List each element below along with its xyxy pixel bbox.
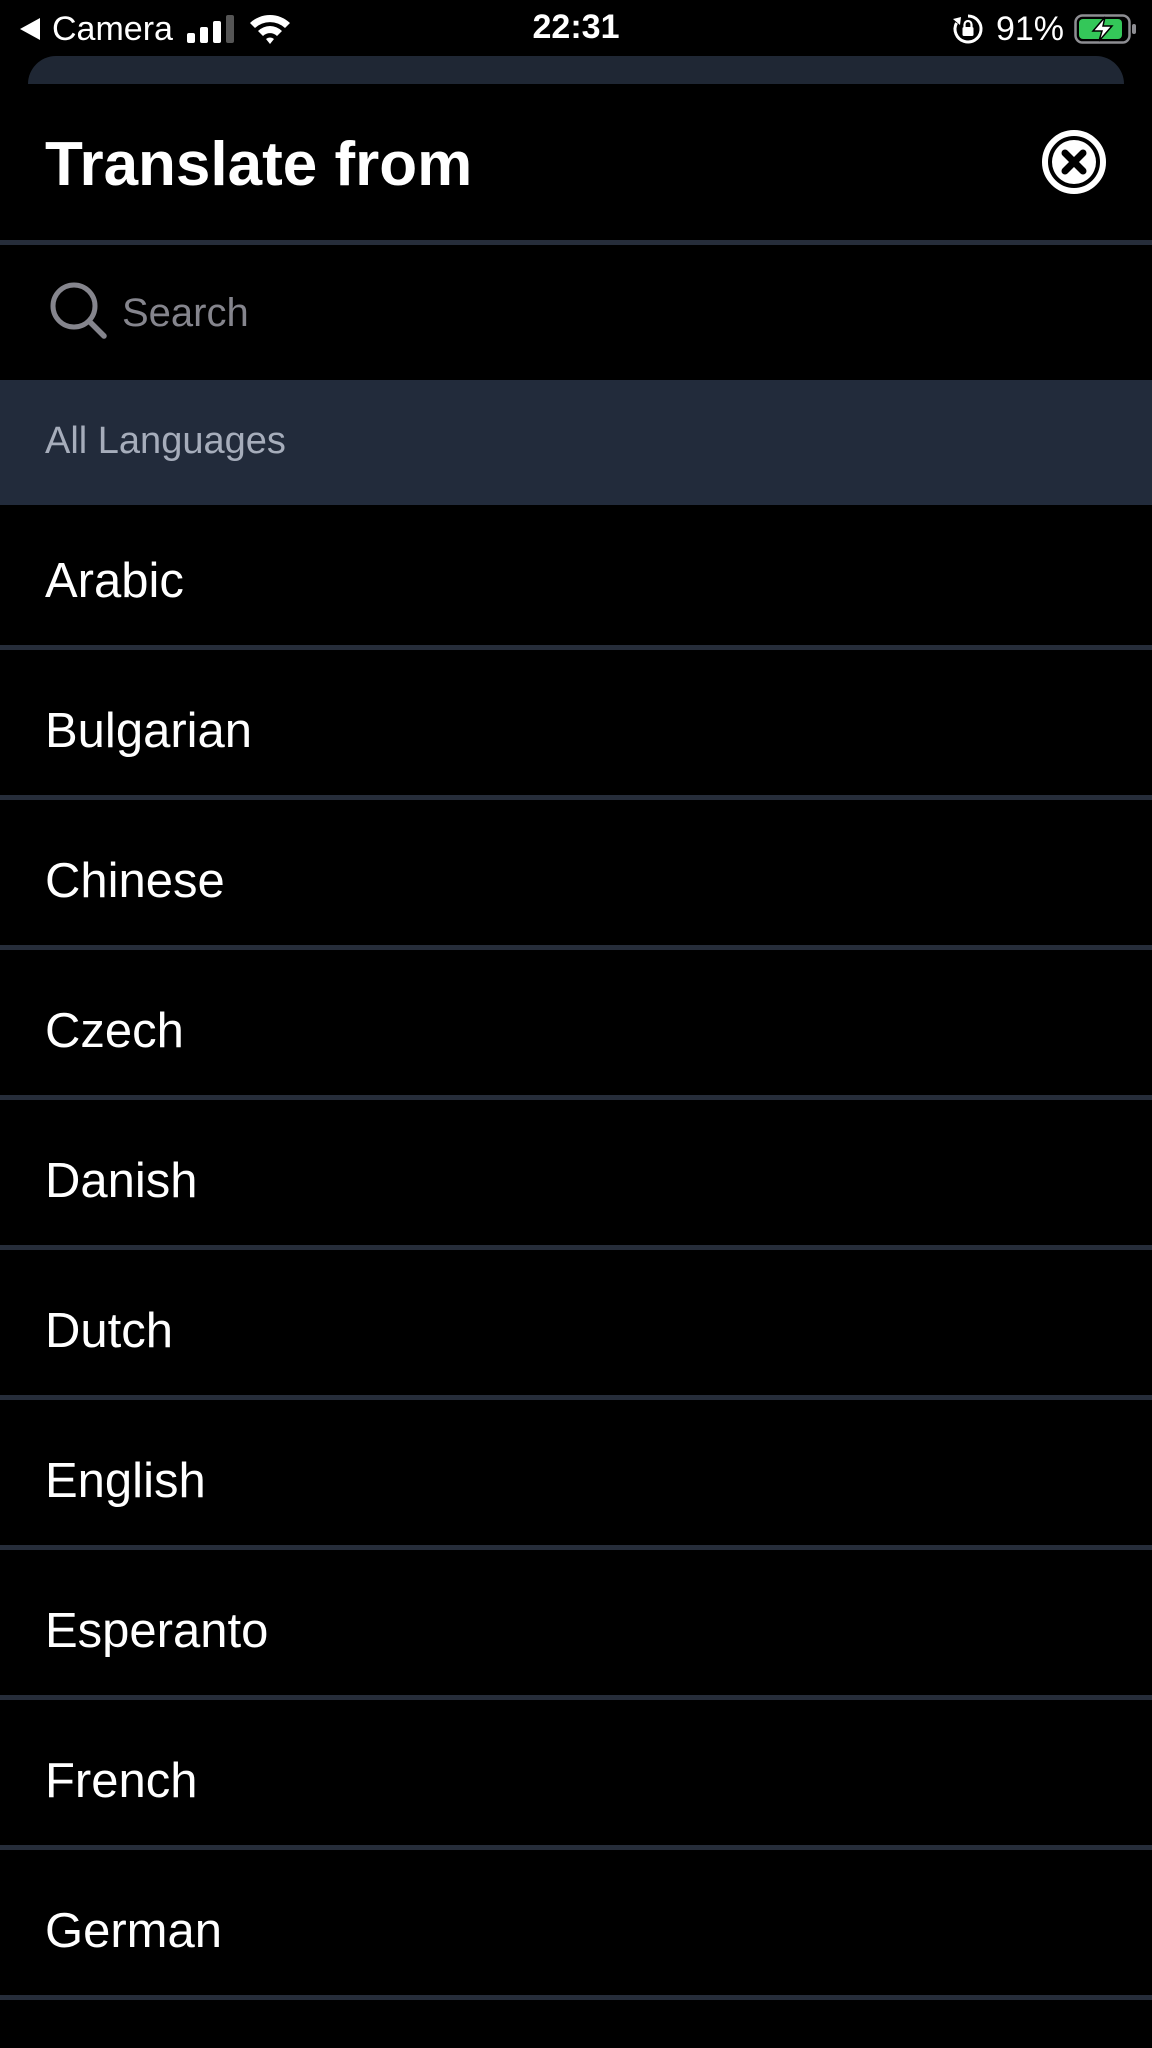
language-item[interactable]: Dutch [0,1255,1152,1400]
search-icon [50,282,107,339]
language-label: English [45,1454,206,1508]
list-divider [0,1245,1152,1250]
language-label: German [45,1904,223,1958]
language-label: Esperanto [45,1604,269,1658]
language-label: Dutch [45,1304,174,1358]
close-button[interactable] [1042,130,1106,194]
list-divider [0,1995,1152,2000]
status-bar: Camera 22:31 91% [0,0,1152,58]
list-divider [0,795,1152,800]
language-label: Danish [45,1154,198,1208]
sheet-header: Translate from [0,84,1152,240]
language-item[interactable]: English [0,1405,1152,1550]
list-divider [0,1395,1152,1400]
language-item[interactable]: Danish [0,1105,1152,1250]
search-input[interactable] [122,287,1022,339]
language-item[interactable]: Chinese [0,805,1152,950]
language-item[interactable]: Esperanto [0,1555,1152,1700]
section-header-label: All Languages [45,420,286,462]
list-divider [0,945,1152,950]
list-divider [0,1695,1152,1700]
language-item[interactable]: French [0,1705,1152,1850]
language-label: French [45,1754,198,1808]
list-divider [0,645,1152,650]
list-divider [0,1845,1152,1850]
language-item[interactable]: Bulgarian [0,655,1152,800]
language-label: Chinese [45,854,225,908]
page-title: Translate from [45,130,473,199]
language-item[interactable]: German [0,1855,1152,2000]
language-item[interactable]: Arabic [0,505,1152,650]
language-label: Arabic [45,554,184,608]
language-item[interactable]: Czech [0,955,1152,1100]
list-divider [0,1095,1152,1100]
close-circle-icon [1042,130,1106,194]
battery-charging-icon [1074,14,1136,44]
language-label: Czech [45,1004,184,1058]
language-label: Bulgarian [45,704,253,758]
battery-percent: 91% [995,9,1064,48]
orientation-lock-icon [952,14,983,44]
list-divider [0,1545,1152,1550]
